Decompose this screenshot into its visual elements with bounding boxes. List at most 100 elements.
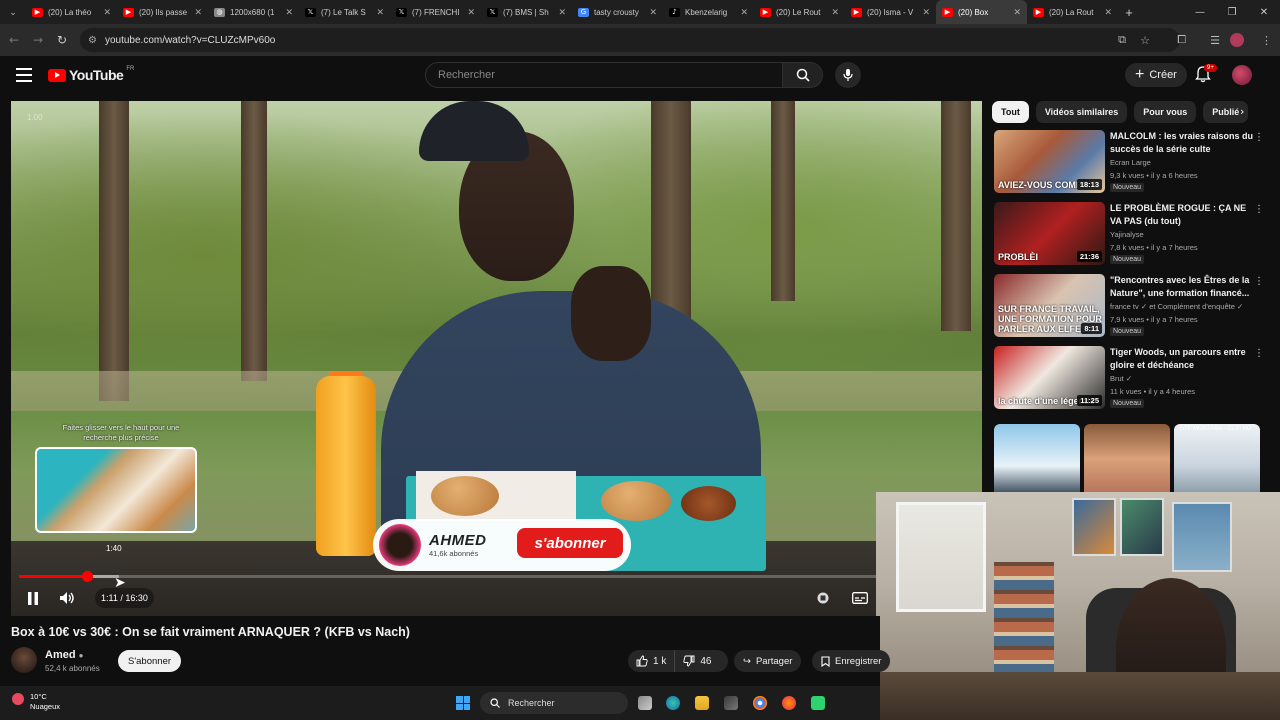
new-tab-button[interactable]: +: [1118, 5, 1140, 20]
profile-avatar[interactable]: [1230, 33, 1244, 47]
close-window-icon[interactable]: ✕: [1248, 0, 1280, 24]
voice-search-button[interactable]: [835, 62, 861, 88]
browser-tab[interactable]: Gtasty crousty ✕: [572, 0, 663, 24]
tab-search-icon[interactable]: ⌄: [0, 0, 26, 24]
recommended-title[interactable]: Tiger Woods, un parcours entre gloire et…: [1110, 346, 1255, 371]
search-input[interactable]: Rechercher: [425, 62, 783, 88]
filter-chip[interactable]: Vidéos similaires: [1035, 101, 1128, 123]
close-tab-icon[interactable]: ✕: [194, 7, 202, 18]
pause-button[interactable]: [23, 588, 43, 608]
taskbar-search[interactable]: Rechercher: [480, 692, 628, 714]
recommended-channel[interactable]: Brut ✓: [1110, 374, 1132, 383]
thumbnail-text: PROBLÈI: [998, 252, 1039, 262]
recommended-title[interactable]: "Rencontres avec les Êtres de la Nature"…: [1110, 274, 1255, 299]
channel-name[interactable]: Amed ●: [45, 649, 83, 661]
subtitles-button[interactable]: [851, 588, 869, 608]
short-thumbnail[interactable]: [1084, 424, 1170, 494]
store-icon[interactable]: [724, 696, 738, 710]
more-actions-icon[interactable]: ⋮: [1254, 348, 1264, 359]
forward-icon[interactable]: →: [26, 28, 50, 52]
recommended-video[interactable]: SUR FRANCE TRAVAIL, UNE FORMATION POUR P…: [992, 274, 1264, 340]
close-tab-icon[interactable]: ✕: [285, 7, 293, 18]
close-tab-icon[interactable]: ✕: [740, 7, 748, 18]
app-icon[interactable]: [811, 696, 825, 710]
reload-icon[interactable]: ↻: [50, 28, 74, 52]
video-thumbnail[interactable]: SUR FRANCE TRAVAIL, UNE FORMATION POUR P…: [994, 274, 1105, 337]
close-tab-icon[interactable]: ✕: [467, 7, 475, 18]
channel-avatar[interactable]: [11, 647, 37, 673]
video-thumbnail[interactable]: AVIEZ-VOUS COMPR 18:13: [994, 130, 1105, 193]
close-tab-icon[interactable]: ✕: [1013, 7, 1021, 18]
recommended-video[interactable]: AVIEZ-VOUS COMPR 18:13 MALCOLM : les vraie…: [992, 130, 1264, 196]
restore-icon[interactable]: ❐: [1216, 0, 1248, 24]
share-button[interactable]: ↪ Partager: [734, 650, 802, 672]
subscribe-button[interactable]: S'abonner: [118, 650, 182, 672]
close-tab-icon[interactable]: ✕: [558, 7, 566, 18]
windows-start-icon[interactable]: [456, 696, 470, 710]
save-button[interactable]: Enregistrer: [812, 650, 891, 672]
recommended-video[interactable]: PROBLÈI 21:36 LE PROBLÈME ROGUE : ÇA NE VA…: [992, 202, 1264, 268]
browser-tab[interactable]: 𝕏 (7) Le Talk S ✕: [299, 0, 390, 24]
video-thumbnail[interactable]: PROBLÈI 21:36: [994, 202, 1105, 265]
browser-tab[interactable]: ▶ (20) Box ✕: [936, 0, 1027, 24]
browser-tab[interactable]: ♪ Kbenzelarig ✕: [663, 0, 754, 24]
youtube-logo[interactable]: YouTube FR: [48, 66, 134, 83]
like-button[interactable]: 1 k: [628, 650, 676, 672]
extensions-icon[interactable]: ⧠: [1177, 33, 1186, 47]
address-bar[interactable]: ⚙ youtube.com/watch?v=CLUZcMPv60o: [80, 28, 1180, 52]
close-tab-icon[interactable]: ✕: [103, 7, 111, 18]
recommended-channel[interactable]: Ecran Large: [1110, 158, 1151, 167]
search-button[interactable]: [783, 62, 823, 88]
dislike-button[interactable]: 46: [675, 650, 719, 672]
recommended-title[interactable]: LE PROBLÈME ROGUE : ÇA NE VA PAS (du tou…: [1110, 202, 1255, 227]
browser-tab[interactable]: 𝕏 (7) FRENCHI ✕: [390, 0, 481, 24]
autoplay-toggle[interactable]: [815, 588, 831, 608]
more-actions-icon[interactable]: ⋮: [1254, 132, 1264, 143]
browser-tab[interactable]: 𝕏 (7) BMS | Sh ✕: [481, 0, 572, 24]
browser-tab[interactable]: ▶ (20) Isma - V ✕: [845, 0, 936, 24]
more-actions-icon[interactable]: ⋮: [1254, 204, 1264, 215]
short-thumbnail[interactable]: ETF MONTANA - CLIP HO: [1174, 424, 1260, 494]
close-tab-icon[interactable]: ✕: [831, 7, 839, 18]
tab-title: (20) La théo: [48, 7, 92, 17]
recommended-channel[interactable]: Yajinalyse: [1110, 230, 1144, 239]
close-tab-icon[interactable]: ✕: [649, 7, 657, 18]
site-info-icon[interactable]: ⚙: [88, 35, 97, 46]
close-tab-icon[interactable]: ✕: [376, 7, 384, 18]
browser-menu-icon[interactable]: ⋮: [1261, 34, 1272, 47]
browser-tab[interactable]: ▶ (20) Le Rout ✕: [754, 0, 845, 24]
filter-chip[interactable]: Pour vous: [1134, 101, 1197, 123]
verified-icon: ●: [78, 651, 84, 660]
recommended-title[interactable]: MALCOLM : les vraies raisons du succès d…: [1110, 130, 1255, 155]
recommended-channel[interactable]: france tv ✓ et Complément d'enquête ✓: [1110, 302, 1243, 311]
bookmark-star-icon[interactable]: ☆: [1140, 34, 1150, 47]
progress-bar[interactable]: [19, 571, 974, 582]
browser-tab[interactable]: ▶ (20) La théo ✕: [26, 0, 117, 24]
browser-tab[interactable]: ▶ (20) Ils passe ✕: [117, 0, 208, 24]
browser-tab[interactable]: ▶ (20) La Rout ✕: [1027, 0, 1118, 24]
sidebar-icon[interactable]: ☰: [1210, 34, 1220, 47]
create-button[interactable]: + Créer: [1125, 63, 1187, 87]
chrome-icon[interactable]: [753, 696, 767, 710]
install-app-icon[interactable]: ⧉: [1118, 33, 1126, 47]
minimize-icon[interactable]: —: [1184, 0, 1216, 24]
close-tab-icon[interactable]: ✕: [1104, 7, 1112, 18]
weather-widget[interactable]: 10°C Nuageux: [12, 692, 60, 712]
guide-menu-icon[interactable]: [16, 68, 32, 82]
file-explorer-icon[interactable]: [695, 696, 709, 710]
edge-icon[interactable]: [666, 696, 680, 710]
filter-chip[interactable]: Tout: [992, 101, 1029, 123]
back-icon[interactable]: ←: [2, 28, 26, 52]
firefox-icon[interactable]: [782, 696, 796, 710]
close-tab-icon[interactable]: ✕: [922, 7, 930, 18]
chevron-right-icon[interactable]: ›: [1240, 105, 1244, 118]
video-player[interactable]: 1.00 Faites glisser vers le haut pour un…: [11, 101, 982, 616]
account-avatar[interactable]: [1232, 65, 1252, 85]
recommended-video[interactable]: la chute d'une légende 11:25 Tiger Woods, …: [992, 346, 1264, 412]
task-view-icon[interactable]: [638, 696, 652, 710]
short-thumbnail[interactable]: [994, 424, 1080, 494]
more-actions-icon[interactable]: ⋮: [1254, 276, 1264, 287]
mute-button[interactable]: [57, 588, 77, 608]
video-thumbnail[interactable]: la chute d'une légende 11:25: [994, 346, 1105, 409]
browser-tab[interactable]: ◍ 1200x680 (1 ✕: [208, 0, 299, 24]
